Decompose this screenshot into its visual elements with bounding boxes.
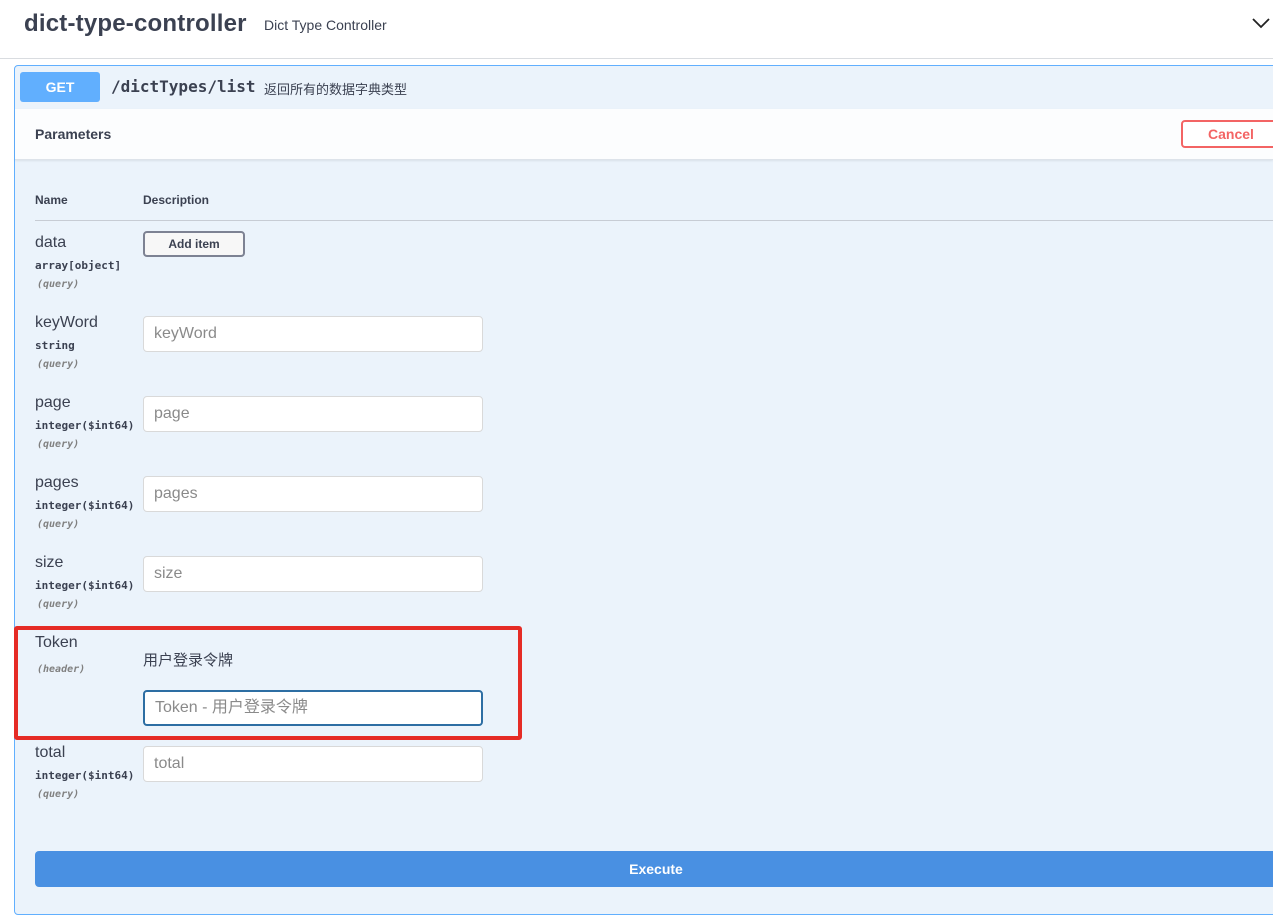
method-badge[interactable]: GET: [20, 72, 100, 102]
add-item-button[interactable]: Add item: [143, 231, 245, 257]
param-in-data: (query): [37, 279, 80, 290]
column-description-header: Description: [143, 193, 210, 207]
cancel-button[interactable]: Cancel: [1181, 120, 1273, 148]
size-input[interactable]: [143, 556, 483, 592]
parameters-title: Parameters: [35, 126, 112, 142]
param-name-page: page: [35, 394, 71, 411]
param-name-pages: pages: [35, 474, 79, 491]
tag-title: dict-type-controller: [24, 10, 247, 37]
tag-header[interactable]: dict-type-controller Dict Type Controlle…: [0, 0, 1273, 59]
param-name-keyword: keyWord: [35, 314, 98, 331]
header-divider: [35, 220, 1273, 221]
param-type-data: array[object]: [35, 259, 122, 272]
param-type-pages: integer($int64): [35, 499, 135, 512]
param-type-page: integer($int64): [35, 419, 135, 432]
param-type-total: integer($int64): [35, 769, 135, 782]
keyword-input[interactable]: [143, 316, 483, 352]
total-input[interactable]: [143, 746, 483, 782]
token-highlight-box: [14, 626, 522, 740]
parameters-header: [15, 109, 1273, 160]
column-name-header: Name: [35, 193, 68, 207]
tag-description: Dict Type Controller: [264, 17, 387, 33]
pages-input[interactable]: [143, 476, 483, 512]
param-type-keyword: string: [35, 339, 75, 352]
param-in-page: (query): [37, 439, 80, 450]
param-type-size: integer($int64): [35, 579, 135, 592]
execute-button[interactable]: Execute: [35, 851, 1273, 887]
operation-path[interactable]: /dictTypes/list: [111, 77, 256, 96]
param-in-size: (query): [37, 599, 80, 610]
param-in-keyword: (query): [37, 359, 80, 370]
param-in-pages: (query): [37, 519, 80, 530]
chevron-down-icon[interactable]: [1252, 17, 1270, 29]
param-name-data: data: [35, 234, 67, 251]
param-name-size: size: [35, 554, 64, 571]
page-input[interactable]: [143, 396, 483, 432]
param-name-total: total: [35, 744, 66, 761]
operation-summary[interactable]: 返回所有的数据字典类型: [264, 79, 407, 98]
param-in-total: (query): [37, 789, 80, 800]
